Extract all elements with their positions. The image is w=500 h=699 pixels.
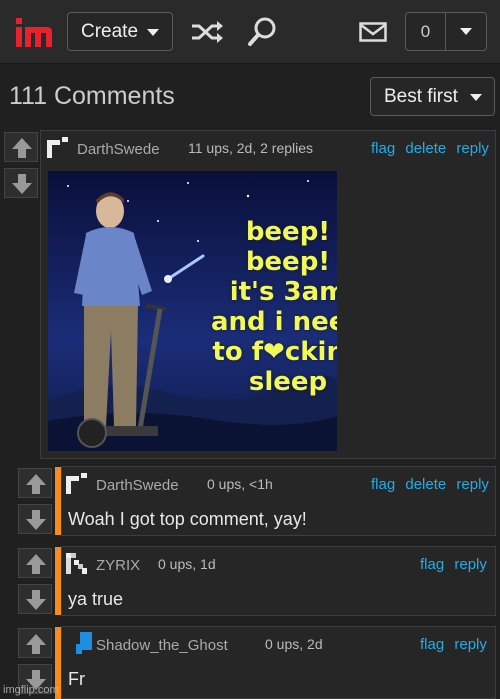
chevron-down-icon: [147, 29, 159, 36]
meme-image[interactable]: beep! beep! it's 3am and i need to f❤cki…: [48, 171, 337, 451]
meme-caption-line: beep!: [245, 247, 331, 277]
top-bar: Create 0: [0, 0, 500, 64]
reply-link[interactable]: reply: [454, 556, 487, 573]
meme-caption: beep! beep! it's 3am and i need to f❤cki…: [208, 217, 337, 397]
comment-text: ya true: [68, 589, 124, 609]
meme-caption-line: beep!: [245, 217, 331, 247]
reply-link[interactable]: reply: [454, 636, 487, 653]
comment-text: Fr: [68, 669, 85, 689]
notification-count: 0: [406, 13, 446, 50]
arrow-up-icon: [26, 634, 46, 654]
flag-link[interactable]: flag: [371, 476, 395, 493]
comment-meta: 0 ups, <1h: [207, 476, 273, 492]
flag-link[interactable]: flag: [420, 556, 444, 573]
comment-meta: 0 ups, 2d: [265, 636, 323, 652]
meme-caption-line: to f❤cking: [212, 337, 337, 367]
imgflip-logo[interactable]: [14, 14, 54, 50]
comment-meta: 0 ups, 1d: [158, 556, 216, 572]
notifications-button[interactable]: 0: [405, 12, 487, 51]
flag-link[interactable]: flag: [371, 140, 395, 157]
downvote-button[interactable]: [18, 504, 52, 534]
flag-link[interactable]: flag: [420, 636, 444, 653]
avatar[interactable]: [45, 136, 71, 162]
shuffle-icon[interactable]: [190, 17, 224, 47]
meme-caption-line: and i need: [210, 307, 337, 337]
comment-actions: flag reply: [414, 636, 487, 653]
upvote-button[interactable]: [18, 468, 52, 498]
comment-actions: flag delete reply: [365, 476, 489, 493]
downvote-button[interactable]: [4, 168, 38, 198]
downvote-button[interactable]: [18, 584, 52, 614]
meme-caption-line: sleep: [248, 367, 328, 397]
comment-username[interactable]: ZYRIX: [96, 557, 140, 574]
comments-count-title: 111 Comments: [9, 82, 175, 110]
site-watermark: imgflip.com: [3, 684, 59, 696]
comment-username[interactable]: Shadow_the_Ghost: [96, 637, 228, 654]
comment-actions: flag reply: [414, 556, 487, 573]
comment-text: Woah I got top comment, yay!: [68, 509, 307, 529]
reply-link[interactable]: reply: [456, 476, 489, 493]
mail-icon[interactable]: [359, 22, 387, 42]
comment-meta: 11 ups, 2d, 2 replies: [188, 140, 314, 156]
upvote-button[interactable]: [4, 132, 38, 162]
comment-username[interactable]: DarthSwede: [96, 477, 179, 494]
sort-dropdown[interactable]: Best first: [370, 77, 495, 116]
arrow-up-icon: [26, 474, 46, 494]
reply-link[interactable]: reply: [456, 140, 489, 157]
avatar[interactable]: [64, 472, 90, 498]
sort-label: Best first: [384, 86, 458, 107]
create-button[interactable]: Create: [67, 12, 173, 51]
delete-link[interactable]: delete: [405, 140, 446, 157]
arrow-down-icon: [26, 510, 46, 530]
comment-actions: flag delete reply: [365, 140, 489, 157]
arrow-up-icon: [26, 554, 46, 574]
arrow-down-icon: [26, 590, 46, 610]
avatar[interactable]: [72, 630, 98, 656]
search-icon[interactable]: [247, 15, 279, 47]
create-label: Create: [81, 21, 139, 42]
upvote-button[interactable]: [18, 548, 52, 578]
comment-username[interactable]: DarthSwede: [77, 141, 160, 158]
upvote-button[interactable]: [18, 628, 52, 658]
chevron-down-icon: [460, 28, 472, 35]
delete-link[interactable]: delete: [405, 476, 446, 493]
arrow-up-icon: [12, 138, 32, 158]
arrow-down-icon: [12, 174, 32, 194]
avatar[interactable]: [64, 551, 90, 577]
meme-caption-line: it's 3am: [229, 277, 337, 307]
chevron-down-icon: [470, 94, 482, 101]
